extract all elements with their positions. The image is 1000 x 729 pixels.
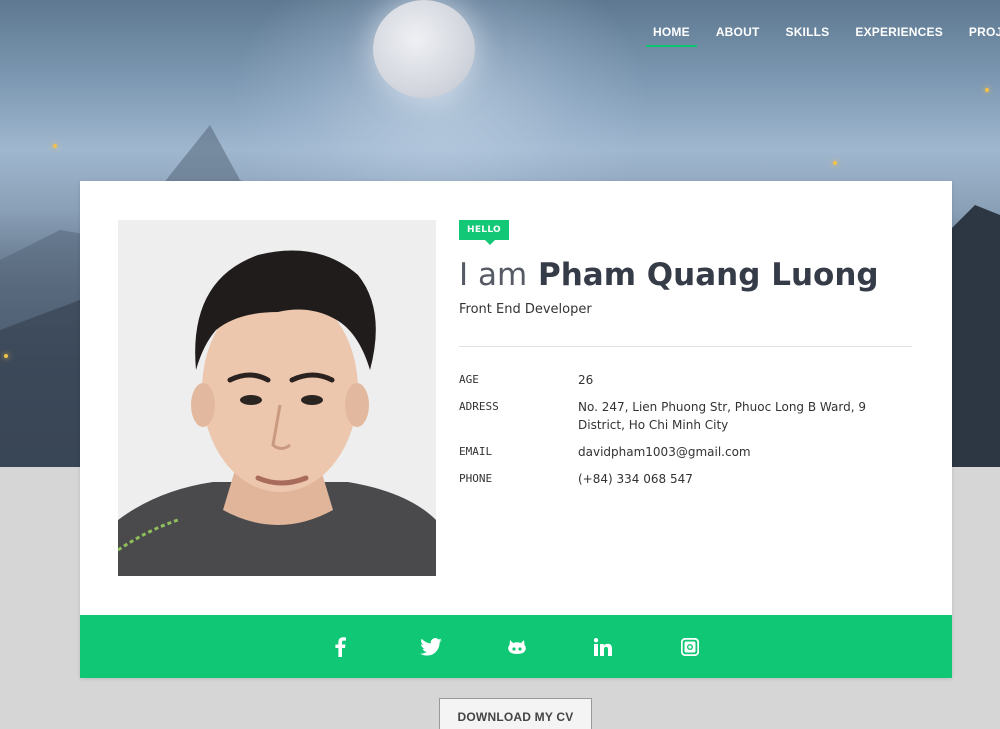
divider (459, 346, 912, 347)
twitter-icon[interactable] (420, 635, 507, 659)
firefly-dot (985, 88, 989, 92)
detail-value[interactable]: davidpham1003@gmail.com (578, 443, 912, 461)
profile-details: AGE 26 ADRESS No. 247, Lien Phuong Str, … (459, 371, 912, 497)
profile-photo (118, 220, 436, 576)
detail-value: 26 (578, 373, 594, 387)
detail-row-email: EMAIL davidpham1003@gmail.com (459, 443, 912, 461)
detail-label: PHONE (459, 472, 493, 485)
firefly-dot (833, 161, 837, 165)
detail-value[interactable]: (+84) 334 068 547 (578, 470, 912, 488)
nav-about[interactable]: ABOUT (703, 25, 773, 39)
hello-badge: HELLO (459, 220, 509, 245)
avatar-illustration (118, 220, 436, 576)
social-links-bar (80, 615, 952, 678)
github-icon[interactable] (507, 635, 594, 659)
firefly-dot (4, 354, 8, 358)
facebook-icon[interactable] (333, 635, 420, 659)
profile-role: Front End Developer (459, 302, 592, 317)
nav-skills[interactable]: SKILLS (772, 25, 842, 39)
linkedin-icon[interactable] (594, 635, 681, 659)
nav-projects[interactable]: PROJECTS (956, 25, 1000, 39)
download-cv-button[interactable]: DOWNLOAD MY CV (439, 698, 592, 729)
detail-row-age: AGE 26 (459, 371, 912, 389)
main-navigation: HOME ABOUT SKILLS EXPERIENCES PROJECTS (640, 25, 1000, 47)
detail-row-address: ADRESS No. 247, Lien Phuong Str, Phuoc L… (459, 398, 912, 434)
detail-row-phone: PHONE (+84) 334 068 547 (459, 470, 912, 488)
nav-experiences[interactable]: EXPERIENCES (842, 25, 956, 39)
profile-card: HELLO I am Pham Quang Luong Front End De… (80, 181, 952, 678)
instagram-icon[interactable] (681, 635, 768, 659)
detail-value: No. 247, Lien Phuong Str, Phuoc Long B W… (578, 400, 866, 432)
detail-label: ADRESS (459, 400, 499, 413)
profile-heading: I am Pham Quang Luong (459, 257, 879, 293)
nav-home[interactable]: HOME (640, 25, 703, 47)
detail-label: EMAIL (459, 445, 493, 458)
profile-name: Pham Quang Luong (538, 257, 879, 293)
heading-lead: I am (459, 257, 528, 293)
firefly-dot (53, 144, 57, 148)
detail-label: AGE (459, 373, 479, 386)
